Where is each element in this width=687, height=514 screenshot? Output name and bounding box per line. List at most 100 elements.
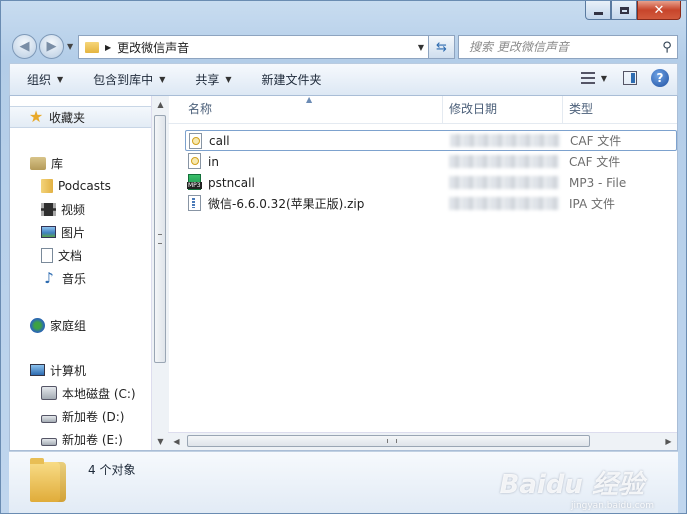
minimize-button[interactable]	[585, 1, 611, 20]
sidebar-item-music[interactable]: ♪ 音乐	[41, 267, 86, 289]
star-icon: ★	[28, 107, 44, 126]
sidebar-item-homegroup[interactable]: 家庭组	[30, 314, 86, 336]
chevron-down-icon: ▼	[57, 75, 64, 84]
include-library-label: 包含到库中	[93, 73, 154, 87]
new-folder-label: 新建文件夹	[261, 73, 322, 87]
file-type: MP3 - File	[569, 175, 627, 190]
library-icon	[30, 156, 46, 170]
sidebar-item-drive-e[interactable]: 新加卷 (E:)	[41, 428, 123, 450]
column-date[interactable]: 修改日期	[449, 96, 497, 123]
minimize-icon	[593, 11, 603, 15]
sidebar-item-label: 收藏夹	[49, 110, 86, 125]
close-icon: ✕	[653, 2, 665, 18]
navigation-pane: ★ 收藏夹 库 Podcasts 视频 图片 文档 ♪ 音乐 家庭组 计算机 本…	[10, 96, 169, 450]
view-dropdown-icon[interactable]: ▼	[601, 74, 607, 83]
new-folder-button[interactable]: 新建文件夹	[262, 71, 322, 88]
drive-icon	[41, 438, 57, 446]
maximize-icon	[619, 6, 629, 14]
scroll-right-icon[interactable]: ▶	[660, 433, 677, 450]
file-list: ▲ 名称 修改日期 类型 call CAF 文件 in CAF 文件 MP3 p…	[168, 95, 677, 450]
maximize-button[interactable]	[611, 1, 637, 20]
audio-file-icon	[189, 133, 202, 149]
recent-pages-dropdown[interactable]: ▼	[67, 42, 73, 51]
computer-icon	[30, 364, 45, 376]
address-bar[interactable]: ▶ 更改微信声音 ▼	[78, 35, 429, 59]
details-pane: 4 个对象 Baidu 经验 jingyan.baidu.com	[9, 451, 678, 513]
file-date-blurred	[450, 134, 560, 147]
sidebar-item-label: 图片	[61, 225, 86, 240]
table-row[interactable]: in CAF 文件	[185, 151, 677, 172]
chevron-down-icon: ▼	[225, 75, 232, 84]
sidebar-item-videos[interactable]: 视频	[41, 198, 85, 220]
scroll-left-icon[interactable]: ◀	[168, 433, 185, 450]
address-path[interactable]: 更改微信声音	[117, 39, 414, 56]
content-area: ★ 收藏夹 库 Podcasts 视频 图片 文档 ♪ 音乐 家庭组 计算机 本…	[9, 95, 678, 451]
organize-menu[interactable]: 组织 ▼	[27, 71, 63, 88]
sidebar-item-label: 文档	[58, 248, 83, 263]
search-box[interactable]: ⚲	[458, 35, 678, 59]
sidebar-item-drive-d[interactable]: 新加卷 (D:)	[41, 405, 124, 427]
sidebar-item-podcasts[interactable]: Podcasts	[41, 175, 111, 197]
sidebar-item-libraries[interactable]: 库	[30, 152, 63, 174]
sidebar-item-label: 库	[51, 156, 64, 171]
sidebar-item-favorites[interactable]: ★ 收藏夹	[10, 106, 151, 128]
help-icon[interactable]: ?	[651, 69, 669, 87]
file-name: in	[208, 154, 219, 169]
preview-pane-icon[interactable]	[623, 71, 637, 85]
column-type[interactable]: 类型	[569, 96, 593, 123]
organize-label: 组织	[27, 73, 52, 87]
scrollbar-thumb[interactable]	[187, 435, 590, 447]
caption-buttons: ✕	[585, 1, 681, 20]
sort-caret-icon: ▲	[306, 95, 313, 104]
address-dropdown-icon[interactable]: ▼	[414, 43, 428, 52]
back-button[interactable]: ◀	[12, 34, 37, 59]
folder-icon	[85, 41, 99, 53]
folder-icon	[41, 179, 53, 193]
sidebar-item-pictures[interactable]: 图片	[41, 221, 85, 243]
breadcrumb-chevron-icon[interactable]: ▶	[105, 43, 111, 52]
table-row[interactable]: pstncall MP3 - File	[185, 172, 677, 193]
table-row[interactable]: 微信-6.6.0.32(苹果正版).zip IPA 文件	[185, 193, 677, 214]
file-name: 微信-6.6.0.32(苹果正版).zip	[208, 197, 365, 211]
refresh-button[interactable]: ⇆	[429, 35, 455, 59]
search-icon[interactable]: ⚲	[657, 40, 677, 55]
view-options-icon[interactable]	[580, 72, 595, 84]
scroll-up-icon[interactable]: ▲	[152, 96, 169, 113]
zip-file-icon	[188, 195, 201, 211]
close-button[interactable]: ✕	[637, 1, 681, 20]
picture-icon	[41, 226, 56, 238]
music-icon: ♪	[44, 269, 54, 287]
sidebar-item-drive-c[interactable]: 本地磁盘 (C:)	[41, 382, 136, 404]
system-drive-icon	[41, 386, 57, 400]
column-name[interactable]: 名称	[188, 96, 212, 123]
audio-file-icon	[188, 153, 201, 169]
navigation-bar: ◀ ▶ ▼ ▶ 更改微信声音 ▼ ⇆ ⚲	[9, 32, 678, 60]
sidebar-item-label: 新加卷 (E:)	[62, 432, 123, 447]
sidebar-item-label: Podcasts	[58, 179, 111, 193]
file-date-blurred	[449, 155, 559, 168]
horizontal-scrollbar[interactable]: ◀ ▶	[168, 432, 677, 450]
sidebar-item-computer[interactable]: 计算机	[30, 359, 86, 381]
command-bar: 组织 ▼ 包含到库中 ▼ 共享 ▼ 新建文件夹 ▼ ?	[9, 63, 678, 96]
include-library-menu[interactable]: 包含到库中 ▼	[93, 71, 165, 88]
file-type: CAF 文件	[569, 155, 621, 169]
document-icon	[41, 247, 53, 263]
watermark-url: jingyan.baidu.com	[570, 501, 654, 511]
sidebar-scrollbar[interactable]: ▲ ▼	[151, 96, 169, 450]
scroll-down-icon[interactable]: ▼	[152, 433, 169, 450]
homegroup-icon	[30, 317, 45, 333]
arrow-left-icon: ◀	[19, 39, 30, 54]
sidebar-item-documents[interactable]: 文档	[41, 244, 82, 266]
table-row[interactable]: call CAF 文件	[185, 130, 677, 151]
sidebar-item-label: 视频	[61, 202, 86, 217]
explorer-window: ✕ ◀ ▶ ▼ ▶ 更改微信声音 ▼ ⇆ ⚲ 组织 ▼ 包含到库中 ▼ 共享 ▼ 新建…	[0, 0, 687, 514]
file-name: pstncall	[208, 175, 255, 190]
scrollbar-thumb[interactable]	[154, 115, 166, 363]
search-input[interactable]	[467, 39, 657, 55]
mp3-file-icon	[187, 174, 202, 190]
forward-button[interactable]: ▶	[39, 34, 64, 59]
share-menu[interactable]: 共享 ▼	[195, 71, 231, 88]
file-type: IPA 文件	[569, 197, 616, 211]
sidebar-item-label: 家庭组	[50, 318, 87, 333]
file-name: call	[209, 133, 230, 148]
